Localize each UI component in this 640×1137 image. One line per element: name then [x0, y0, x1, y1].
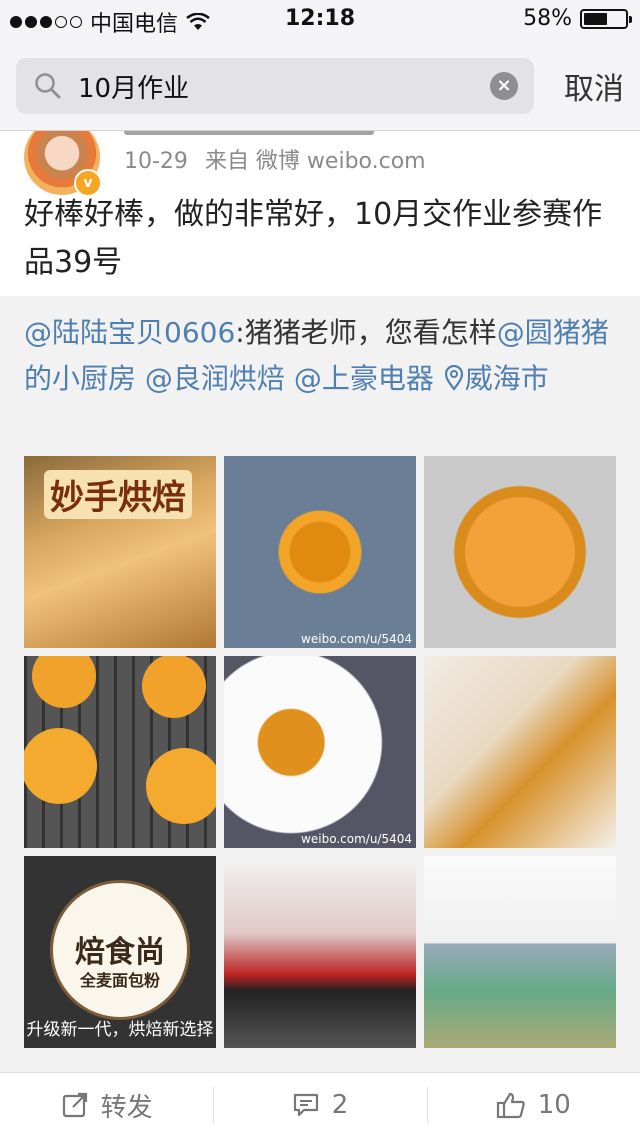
photo-thumbnail[interactable]: weibo.com/u/5404: [224, 656, 416, 848]
product-seal: 焙食尚 全麦面包粉: [50, 880, 190, 1020]
seal-product: 全麦面包粉: [79, 971, 160, 990]
like-count: 10: [537, 1090, 571, 1120]
repost-icon: [62, 1092, 87, 1118]
post-meta: 10-29 来自 微博 weibo.com: [124, 143, 436, 175]
repost-label: 转发: [100, 1092, 153, 1123]
location-label: 威海市: [464, 362, 549, 395]
thumbs-up-icon: [496, 1092, 525, 1119]
status-right: 58%: [523, 6, 632, 31]
photo-thumbnail[interactable]: 妙手烘焙: [24, 456, 216, 648]
action-toolbar: 转发 2 10: [0, 1072, 640, 1137]
photo-thumbnail[interactable]: [424, 656, 616, 848]
photo-thumbnail[interactable]: [424, 456, 616, 648]
search-input[interactable]: [78, 68, 478, 104]
close-icon: ×: [496, 75, 512, 96]
photo-thumbnail[interactable]: [224, 856, 416, 1048]
author-name-cropped: [124, 131, 374, 135]
status-bar: 中国电信 12:18 58%: [0, 0, 640, 40]
post-text: 好棒好棒，做的非常好，10月交作业参赛作品39号: [24, 197, 603, 280]
photo-thumbnail[interactable]: [424, 856, 616, 1048]
location-link[interactable]: 威海市: [443, 362, 549, 395]
magazine-title: 妙手烘焙: [44, 470, 192, 519]
comment-count: 2: [331, 1090, 349, 1120]
bread-rolls-icon: [24, 656, 216, 824]
seal-brand: 焙食尚: [75, 935, 165, 970]
ad-slogan: 升级新一代，烘焙新选择: [26, 1020, 214, 1040]
repost-body: :猪猪老师，您看怎样: [235, 316, 497, 349]
post-source: 来自 微博 weibo.com: [204, 149, 426, 174]
watermark: weibo.com/u/5404: [301, 832, 412, 846]
location-pin-icon: [444, 364, 463, 391]
battery-percent: 58%: [523, 6, 572, 31]
repost-author-link[interactable]: @陆陆宝贝0606: [24, 316, 235, 349]
weibo-post: v 10-29 来自 微博 weibo.com 好棒好棒，做的非常好，10月交作…: [0, 131, 640, 296]
mention-link[interactable]: @上豪电器: [294, 362, 434, 395]
search-icon: [35, 73, 61, 99]
post-date: 10-29: [124, 149, 188, 174]
avatar[interactable]: v: [24, 131, 102, 197]
like-button[interactable]: 10: [426, 1073, 640, 1137]
cancel-button[interactable]: 取消: [564, 64, 624, 108]
mention-link[interactable]: @良润烘焙: [145, 362, 285, 395]
photo-thumbnail[interactable]: [24, 656, 216, 848]
comment-icon: [293, 1093, 318, 1117]
search-bar: × 取消: [0, 40, 640, 131]
watermark: weibo.com/u/5404: [301, 632, 412, 646]
battery-fill: [584, 12, 607, 25]
comment-button[interactable]: 2: [213, 1073, 426, 1137]
reposted-content: @陆陆宝贝0606:猪猪老师，您看怎样@圆猪猪的小厨房 @良润烘焙 @上豪电器 …: [0, 296, 640, 1072]
search-box[interactable]: ×: [16, 58, 534, 114]
repost-text: @陆陆宝贝0606:猪猪老师，您看怎样@圆猪猪的小厨房 @良润烘焙 @上豪电器 …: [24, 310, 620, 402]
clear-search-button[interactable]: ×: [490, 72, 518, 100]
battery-icon: [580, 8, 632, 29]
photo-thumbnail[interactable]: weibo.com/u/5404: [224, 456, 416, 648]
repost-button[interactable]: 转发: [0, 1073, 213, 1137]
photo-thumbnail[interactable]: 焙食尚 全麦面包粉 升级新一代，烘焙新选择: [24, 856, 216, 1048]
